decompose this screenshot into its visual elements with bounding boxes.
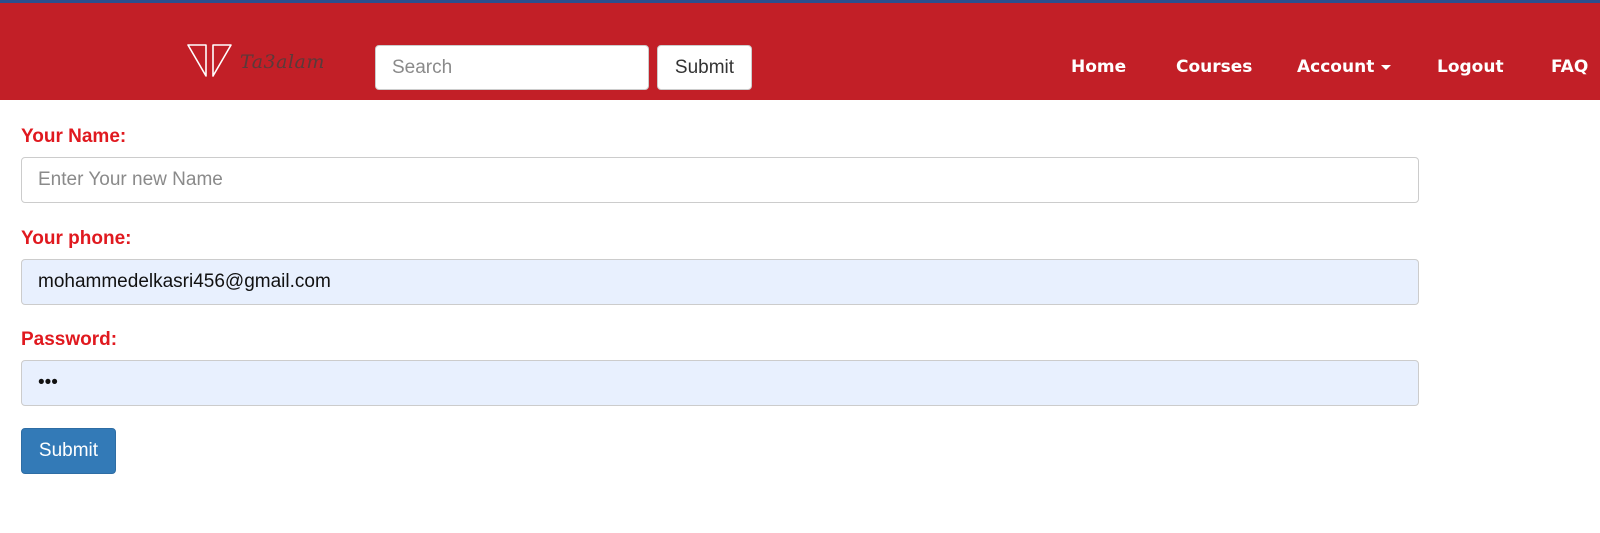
- password-label: Password:: [21, 329, 118, 350]
- nav-account-label: Account: [1297, 57, 1375, 77]
- form-submit-button[interactable]: Submit: [21, 428, 116, 474]
- nav-account-dropdown[interactable]: Account: [1297, 55, 1392, 79]
- phone-input[interactable]: [21, 259, 1419, 305]
- name-input[interactable]: [21, 157, 1419, 203]
- brand-logo[interactable]: Ta3alam: [186, 43, 326, 83]
- logo-text: Ta3alam: [240, 51, 325, 73]
- nav-home-link[interactable]: Home: [1071, 55, 1126, 79]
- caret-down-icon: [1381, 64, 1392, 70]
- ta3alam-book-logo-icon: [187, 44, 232, 77]
- nav-courses-link[interactable]: Courses: [1176, 55, 1252, 79]
- phone-label: Your phone:: [21, 228, 132, 249]
- password-input[interactable]: [21, 360, 1419, 406]
- navbar: Ta3alam Submit Home Courses Account Logo…: [0, 3, 1600, 100]
- nav-logout-link[interactable]: Logout: [1437, 55, 1504, 79]
- search-input[interactable]: [375, 45, 649, 90]
- name-label: Your Name:: [21, 126, 127, 147]
- search-submit-button[interactable]: Submit: [657, 45, 752, 90]
- nav-faq-link[interactable]: FAQ: [1551, 55, 1588, 79]
